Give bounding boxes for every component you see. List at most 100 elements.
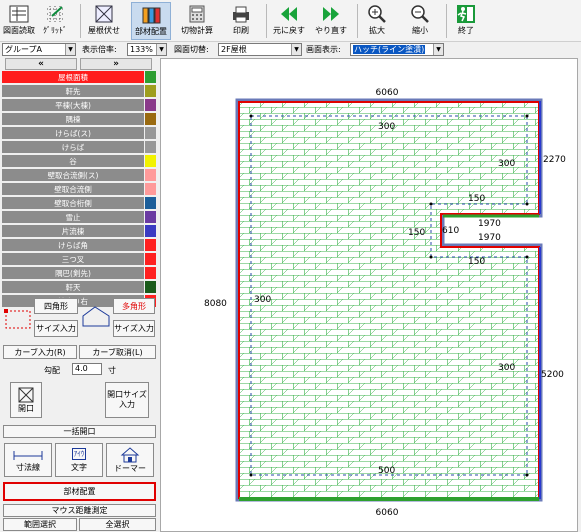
prev-page-button[interactable]: « xyxy=(5,58,77,70)
dormer-button[interactable]: ドーマー xyxy=(106,443,154,477)
part-item[interactable]: 片流棟 xyxy=(2,225,144,238)
roof-surface[interactable] xyxy=(238,101,540,499)
dim-margin-right-upper: 300 xyxy=(498,159,515,169)
zoom-in-button[interactable]: 拡大 xyxy=(364,2,390,40)
curve-cancel-button[interactable]: カーブ取消(L) xyxy=(79,345,156,359)
dim-notch-offset-left: 150 xyxy=(408,228,425,238)
part-color-swatch xyxy=(145,155,156,168)
left-panel: « » 屋根面積 軒先 平棟(大棟) 隅棟 けらば(ス) けらば谷壁取合流側(ス) 壁取合流… xyxy=(0,57,159,532)
part-item[interactable]: 隅巴(剣先) xyxy=(2,267,144,280)
dim-right-upper: 2270 xyxy=(543,155,566,165)
select-all-button[interactable]: 全選択 xyxy=(79,518,156,531)
opening-size-input-button[interactable]: 開口サイズ入力 xyxy=(105,382,149,418)
dim-margin-bottom: 500 xyxy=(378,466,395,476)
chevron-down-icon: ▼ xyxy=(65,44,75,55)
print-label: 印刷 xyxy=(233,26,249,35)
dormer-icon xyxy=(120,446,140,462)
polygon-size-input-button[interactable]: サイズ入力 xyxy=(113,320,155,337)
member-place-panel-button[interactable]: 部材配置 xyxy=(3,482,156,501)
dim-notch-offset-bottom: 150 xyxy=(468,257,485,267)
dim-left-height: 8080 xyxy=(204,299,227,309)
opening-label: 開口 xyxy=(18,403,34,413)
part-color-swatch xyxy=(145,281,156,294)
drawing-read-button[interactable]: 図面読取 xyxy=(3,2,35,40)
dim-notch-bottom: 1970 xyxy=(478,233,501,243)
dimension-line-label: 寸法線 xyxy=(16,462,40,472)
part-color-swatch xyxy=(145,211,156,224)
part-color-swatch xyxy=(145,267,156,280)
part-item[interactable]: けらば角 xyxy=(2,239,144,252)
part-item[interactable]: 壁取合流側 xyxy=(2,183,144,196)
part-color-swatch xyxy=(145,141,156,154)
drawing-read-label: 図面読取 xyxy=(3,26,35,35)
part-color-swatch xyxy=(145,183,156,196)
dim-bottom-width: 6060 xyxy=(376,508,399,518)
opening-button[interactable]: 開口 xyxy=(10,382,42,418)
member-place-button[interactable]: 部材配置 xyxy=(131,2,171,40)
pitch-label: 勾配 xyxy=(44,366,60,375)
opening-icon xyxy=(18,387,34,402)
group-select[interactable]: グループA ▼ xyxy=(2,43,76,56)
pitch-input[interactable]: 4.0 xyxy=(72,363,102,375)
text-button[interactable]: ｱｲｳ 文字 xyxy=(55,443,103,477)
part-item[interactable]: 壁取合桁側 xyxy=(2,197,144,210)
dimension-line-button[interactable]: 寸法線 xyxy=(4,443,52,477)
polygon-button[interactable]: 多角形 xyxy=(113,298,155,314)
chevron-down-icon: ▼ xyxy=(291,44,301,55)
redo-label: やり直す xyxy=(315,26,347,35)
dim-notch-offset-top: 150 xyxy=(468,194,485,204)
exit-label: 終了 xyxy=(458,26,474,35)
exit-icon xyxy=(453,2,479,26)
part-item[interactable]: けらば(ス) xyxy=(2,127,144,140)
part-item[interactable]: 平棟(大棟) xyxy=(2,99,144,112)
chevron-down-icon: ▼ xyxy=(433,44,443,55)
part-item[interactable]: 屋根面積 xyxy=(2,71,144,84)
undo-button[interactable]: 元に戻す xyxy=(273,2,305,40)
toolbar-divider xyxy=(266,4,267,38)
mouse-distance-button[interactable]: マウス距離測定 xyxy=(3,504,156,517)
dim-right-lower: 5200 xyxy=(541,370,564,380)
part-item[interactable]: 谷 xyxy=(2,155,144,168)
range-select-button[interactable]: 範囲選択 xyxy=(3,518,77,531)
zoom-out-icon xyxy=(407,2,433,26)
part-item[interactable]: 壁取合流側(ス) xyxy=(2,169,144,182)
drawing-canvas[interactable]: 6060 6060 8080 2270 5200 1970 1970 610 3… xyxy=(160,58,578,532)
square-size-input-button[interactable]: サイズ入力 xyxy=(34,320,78,337)
bulk-opening-button[interactable]: 一括開口 xyxy=(3,425,156,438)
part-item[interactable]: 軒天 xyxy=(2,281,144,294)
display-mode-select[interactable]: ハッチ(ライン塗潰) ▼ xyxy=(350,43,444,56)
text-icon: ｱｲｳ xyxy=(71,447,87,460)
roof-plan-button[interactable]: 屋根伏せ xyxy=(88,2,120,40)
grid-button[interactable]: ｸﾞﾘｯﾄﾞ xyxy=(42,2,68,40)
drawing-switch-select[interactable]: 2F屋根 ▼ xyxy=(218,43,302,56)
display-mode-value: ハッチ(ライン塗潰) xyxy=(353,45,426,54)
dim-notch-top: 1970 xyxy=(478,219,501,229)
curve-input-button[interactable]: カーブ入力(R) xyxy=(3,345,77,359)
part-color-swatch xyxy=(145,85,156,98)
print-button[interactable]: 印刷 xyxy=(228,2,254,40)
part-color-swatch xyxy=(145,71,156,84)
grid-icon xyxy=(42,2,68,26)
part-color-swatch xyxy=(145,253,156,266)
zoom-out-button[interactable]: 縮小 xyxy=(407,2,433,40)
zoom-in-icon xyxy=(364,2,390,26)
roof-plan-icon xyxy=(91,2,117,26)
zoom-out-label: 縮小 xyxy=(412,26,428,35)
redo-icon xyxy=(318,2,344,26)
square-button[interactable]: 四角形 xyxy=(34,298,78,314)
polygon-shape-icon xyxy=(81,304,111,330)
undo-icon xyxy=(276,2,302,26)
part-item[interactable]: 三つ叉 xyxy=(2,253,144,266)
part-item[interactable]: 軒先 xyxy=(2,85,144,98)
dormer-label: ドーマー xyxy=(114,463,146,473)
display-label: 画面表示: xyxy=(306,45,341,54)
part-item[interactable]: 雪止 xyxy=(2,211,144,224)
redo-button[interactable]: やり直す xyxy=(315,2,347,40)
part-item[interactable]: けらば xyxy=(2,141,144,154)
zoom-in-label: 拡大 xyxy=(369,26,385,35)
zoom-select[interactable]: 133% ▼ xyxy=(127,43,167,56)
part-item[interactable]: 隅棟 xyxy=(2,113,144,126)
next-page-button[interactable]: » xyxy=(80,58,152,70)
exit-button[interactable]: 終了 xyxy=(453,2,479,40)
cut-calc-button[interactable]: 切物計算 xyxy=(181,2,213,40)
